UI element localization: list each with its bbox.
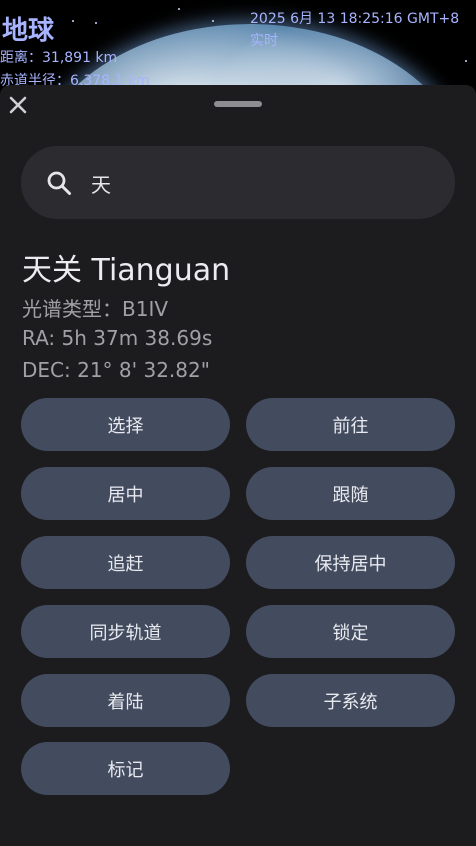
sync-orbit-button[interactable]: 同步轨道 [21, 605, 230, 658]
close-icon [9, 96, 27, 114]
distance-readout: 距离：31,891 km [0, 50, 118, 66]
follow-button[interactable]: 跟随 [246, 467, 455, 520]
declination: DEC: 21° 8' 32.82" [22, 358, 210, 382]
lock-button[interactable]: 锁定 [246, 605, 455, 658]
land-button[interactable]: 着陆 [21, 674, 230, 727]
mark-button[interactable]: 标记 [21, 742, 230, 795]
star-dot [95, 22, 97, 24]
star-dot [212, 20, 214, 22]
close-button[interactable] [6, 93, 30, 117]
search-icon [45, 169, 73, 197]
datetime-display[interactable]: 2025 6月 13 18:25:16 GMT+8 实时 [250, 8, 459, 52]
search-input[interactable] [89, 146, 433, 221]
select-button[interactable]: 选择 [21, 398, 230, 451]
center-button[interactable]: 居中 [21, 467, 230, 520]
right-ascension: RA: 5h 37m 38.69s [22, 326, 213, 350]
drag-handle[interactable] [214, 101, 262, 107]
search-bar[interactable] [21, 146, 455, 221]
chase-button[interactable]: 追赶 [21, 536, 230, 589]
datetime-text: 2025 6月 13 18:25:16 GMT+8 [250, 11, 460, 27]
star-dot [178, 8, 180, 10]
search-result-sheet: 天关 Tianguan 光谱类型：B1IV RA: 5h 37m 38.69s … [0, 85, 476, 846]
keep-centered-button[interactable]: 保持居中 [246, 536, 455, 589]
go-to-button[interactable]: 前往 [246, 398, 455, 451]
spectral-type: 光谱类型：B1IV [22, 297, 169, 321]
body-name: 地球 [2, 16, 55, 46]
star-dot [465, 60, 467, 62]
object-title: 天关 Tianguan [22, 253, 231, 288]
star-dot [72, 20, 74, 22]
subsystem-button[interactable]: 子系统 [246, 674, 455, 727]
time-mode-text: 实时 [250, 33, 278, 49]
